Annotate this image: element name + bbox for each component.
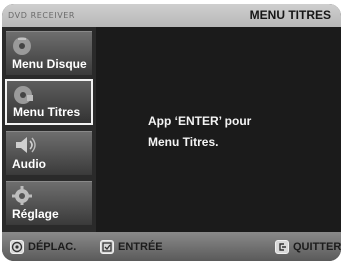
speaker-icon	[16, 137, 36, 153]
osd-screen: DVD RECEIVER MENU TITRES Menu Disque Men…	[2, 4, 341, 261]
hint-enter-label: ENTRÉE	[118, 241, 163, 253]
footer-bar: DÉPLAC. ENTRÉE QUITTER	[2, 232, 341, 261]
instruction-line-2: Menu Titres.	[148, 135, 219, 149]
hint-enter: ENTRÉE	[100, 240, 163, 254]
page-title: MENU TITRES	[249, 8, 331, 22]
sidebar-item-settings[interactable]: Réglage	[6, 181, 92, 225]
disc-menu-icon	[13, 37, 31, 55]
sidebar-item-disc-menu[interactable]: Menu Disque	[6, 31, 92, 75]
sidebar-item-label: Menu Disque	[12, 57, 87, 71]
header-bar: DVD RECEIVER MENU TITRES	[2, 4, 341, 27]
content-panel: App ‘ENTER’ pour Menu Titres.	[96, 27, 341, 232]
direction-pad-icon	[10, 240, 24, 254]
title-menu-icon	[14, 86, 33, 104]
instruction-message: App ‘ENTER’ pour Menu Titres.	[148, 111, 251, 153]
hint-move: DÉPLAC.	[10, 240, 76, 254]
enter-button-icon	[100, 240, 114, 254]
instruction-line-1: App ‘ENTER’ pour	[148, 114, 252, 128]
return-button-icon	[275, 240, 289, 254]
hint-quit-label: QUITTER	[293, 241, 341, 253]
brand-label: DVD RECEIVER	[8, 11, 76, 20]
sidebar-item-title-menu[interactable]: Menu Titres	[5, 79, 93, 125]
sidebar-item-audio[interactable]: Audio	[6, 131, 92, 175]
settings-icon	[12, 186, 32, 205]
sidebar-item-label: Réglage	[12, 207, 59, 221]
hint-quit: QUITTER	[275, 240, 341, 254]
hint-move-label: DÉPLAC.	[28, 241, 77, 253]
sidebar: Menu Disque Menu Titres Audio Réglage	[2, 27, 96, 232]
sidebar-item-label: Menu Titres	[13, 105, 81, 119]
sidebar-item-label: Audio	[12, 157, 46, 171]
